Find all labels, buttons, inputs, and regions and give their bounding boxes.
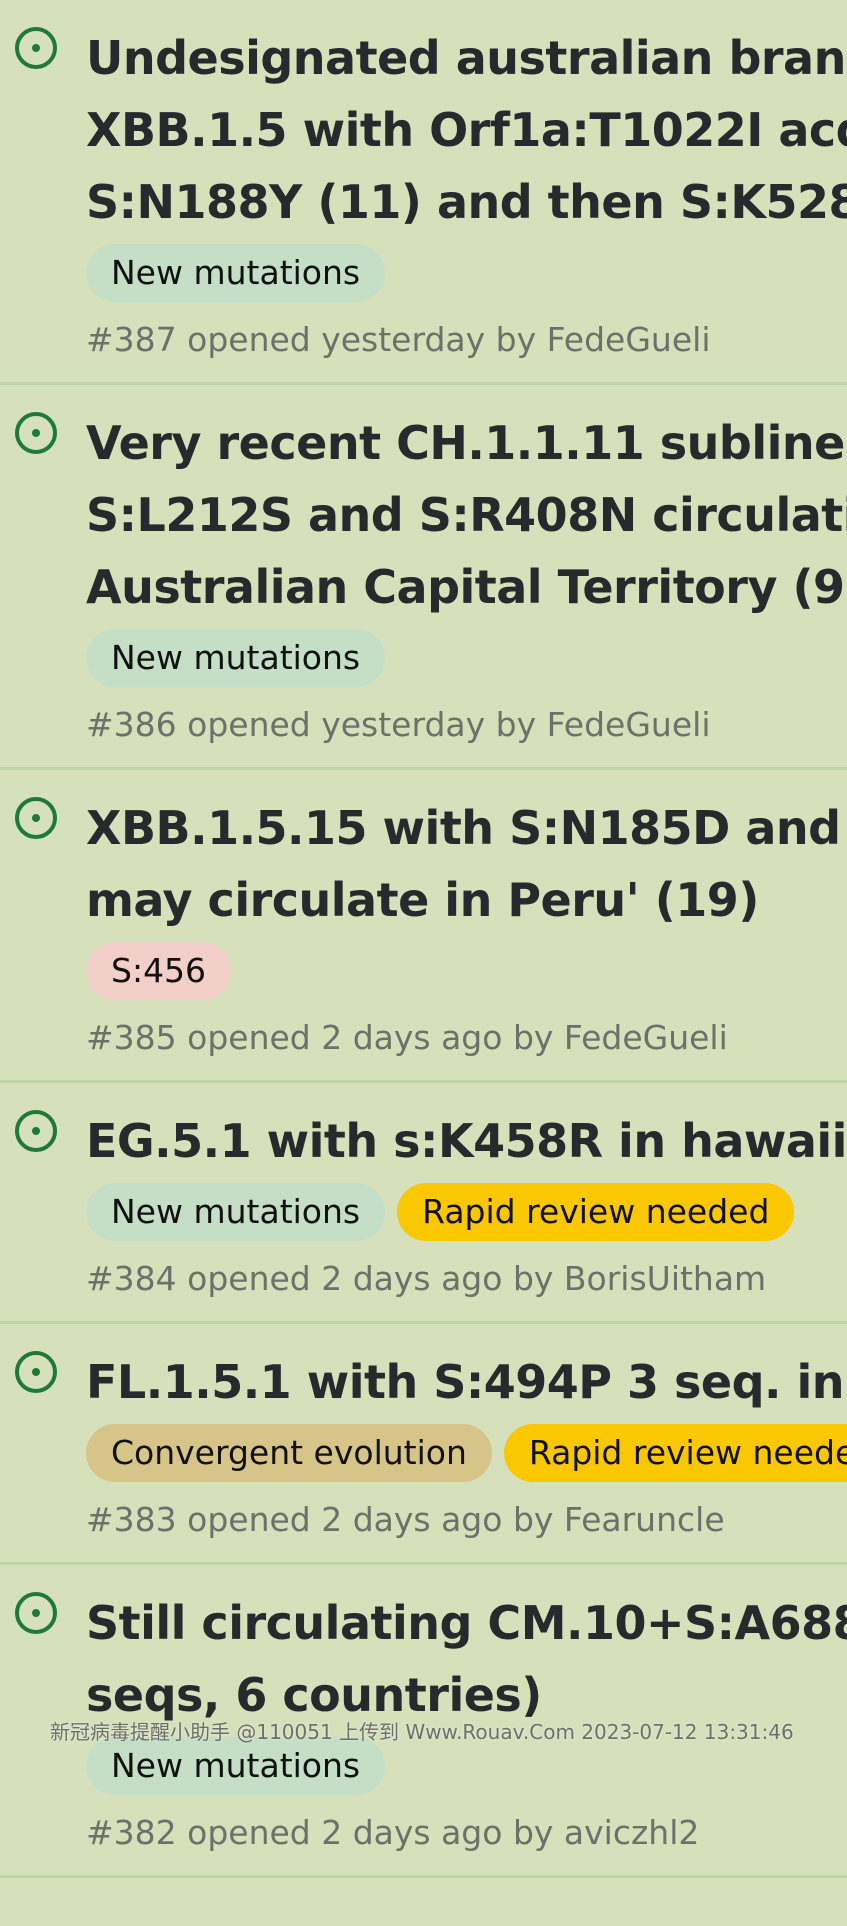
issue-labels: Convergent evolution Rapid review needed (86, 1424, 847, 1482)
issue-item[interactable]: Very recent CH.1.1.11 sublineage S:L212S … (0, 385, 847, 770)
issue-labels: New mutations (86, 629, 847, 687)
issue-label[interactable]: New mutations (86, 1737, 386, 1795)
open-issue-icon (15, 1592, 57, 1634)
issue-meta: #383 opened 2 days ago by Fearuncle (86, 1500, 725, 1539)
issue-labels: New mutations (86, 1737, 847, 1795)
issue-meta: #385 opened 2 days ago by FedeGueli (86, 1018, 728, 1057)
open-issue-icon (15, 412, 57, 454)
issue-label[interactable]: Convergent evolution (86, 1424, 492, 1482)
issue-title-line: seqs, 6 countries) (86, 1668, 542, 1722)
issue-title[interactable]: XBB.1.5.15 with S:N185D and S:F may circu… (86, 792, 847, 936)
issue-item[interactable]: XBB.1.5.15 with S:N185D and S:F may circu… (0, 770, 847, 1083)
issue-title-line: S:L212S and S:R408N circulating (86, 488, 847, 542)
issue-title[interactable]: Still circulating CM.10+S:A688V (3 seqs, … (86, 1587, 847, 1731)
issue-title-line: S:N188Y (11) and then S:K528E (4 (86, 175, 847, 229)
issue-label[interactable]: Rapid review needed (397, 1183, 795, 1241)
issue-meta: #386 opened yesterday by FedeGueli (86, 705, 711, 744)
open-issue-icon (15, 797, 57, 839)
issue-title-line: Undesignated australian branch of (86, 31, 847, 85)
issue-meta: #387 opened yesterday by FedeGueli (86, 320, 711, 359)
issue-labels: New mutations (86, 244, 847, 302)
issue-meta: #382 opened 2 days ago by aviczhl2 (86, 1813, 700, 1852)
issue-list: Undesignated australian branch of XBB.1.5… (0, 0, 847, 1926)
issue-labels: New mutations Rapid review needed (86, 1183, 847, 1241)
issue-item[interactable]: Undesignated australian branch of XBB.1.5… (0, 0, 847, 385)
issue-label[interactable]: Rapid review needed (503, 1424, 847, 1482)
issue-labels: S:456 (86, 942, 847, 1000)
issue-title-line: EG.5.1 with s:K458R in hawaii (6 s (86, 1114, 847, 1168)
open-issue-icon (15, 1110, 57, 1152)
issue-label[interactable]: New mutations (86, 1183, 386, 1241)
issue-meta: #384 opened 2 days ago by BorisUitham (86, 1259, 767, 1298)
issue-label[interactable]: New mutations (86, 244, 386, 302)
issue-title-line: FL.1.5.1 with S:494P 3 seq. in DR (86, 1355, 847, 1409)
issue-title-line: XBB.1.5.15 with S:N185D and S:F (86, 801, 847, 855)
issue-item[interactable]: EG.5.1 with s:K458R in hawaii (6 s New mu… (0, 1083, 847, 1324)
issue-title-line: Australian Capital Territory (9) (86, 560, 847, 614)
issue-item[interactable]: FL.1.5.1 with S:494P 3 seq. in DR Converg… (0, 1324, 847, 1565)
issue-title-line: Very recent CH.1.1.11 sublineage (86, 416, 847, 470)
issue-label[interactable]: S:456 (86, 942, 232, 1000)
issue-title[interactable]: Undesignated australian branch of XBB.1.5… (86, 22, 847, 238)
issue-title-line: may circulate in Peru' (19) (86, 873, 759, 927)
issue-item[interactable]: Still circulating CM.10+S:A688V (3 seqs, … (0, 1565, 847, 1878)
issue-label[interactable]: New mutations (86, 629, 386, 687)
issue-title[interactable]: EG.5.1 with s:K458R in hawaii (6 s (86, 1105, 847, 1177)
open-issue-icon (15, 27, 57, 69)
issue-title[interactable]: Very recent CH.1.1.11 sublineage S:L212S … (86, 407, 847, 623)
issue-title-line: XBB.1.5 with Orf1a:T1022I acquired (86, 103, 847, 157)
open-issue-icon (15, 1351, 57, 1393)
issue-title[interactable]: FL.1.5.1 with S:494P 3 seq. in DR (86, 1346, 847, 1418)
issue-title-line: Still circulating CM.10+S:A688V (3 (86, 1596, 847, 1650)
